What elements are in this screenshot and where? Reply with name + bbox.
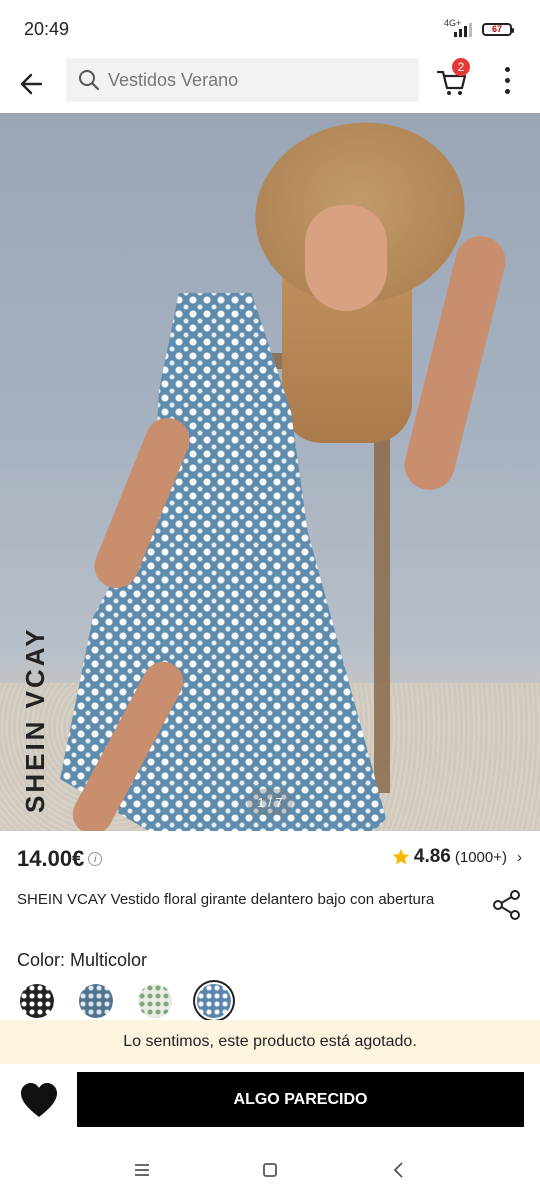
home-icon: [263, 1163, 277, 1177]
swatch-green-floral[interactable]: [138, 984, 172, 1018]
top-bar: Vestidos Verano 2: [0, 56, 540, 112]
nav-menu-button[interactable]: [130, 1158, 154, 1182]
brand-watermark-text: SHEIN VCAY: [20, 626, 50, 813]
rating-count: (1000+): [454, 848, 507, 866]
rating[interactable]: 4.86 (1000+) ›: [392, 846, 522, 868]
rating-value: 4.86: [413, 846, 451, 867]
nav-home-button[interactable]: [258, 1158, 282, 1182]
more-icon: [504, 66, 510, 72]
back-icon: [393, 1162, 403, 1178]
search-icon: [79, 70, 100, 91]
color-swatches: [20, 984, 231, 1018]
chevron-right-icon: ›: [517, 848, 522, 866]
star-icon: [392, 848, 409, 865]
menu-icon: [135, 1164, 149, 1176]
swatch-black-floral[interactable]: [20, 984, 54, 1018]
price-value: 14.00€: [17, 846, 85, 871]
search-query: Vestidos Verano: [108, 69, 239, 90]
battery-icon: 67: [482, 22, 514, 36]
heart-icon: [21, 1083, 57, 1117]
system-nav-bar: [0, 1140, 540, 1200]
bottom-action-bar: ALGO PARECIDO: [0, 1064, 540, 1140]
back-button[interactable]: [12, 64, 52, 104]
product-image[interactable]: SHEIN VCAY 1 / 7: [0, 113, 540, 831]
share-icon: [493, 890, 520, 920]
status-icons: 4G+ 67: [444, 18, 514, 38]
nav-back-button[interactable]: [386, 1158, 410, 1182]
info-icon[interactable]: i: [88, 852, 103, 866]
image-pager: 1 / 7: [247, 789, 293, 815]
share-button[interactable]: [490, 888, 524, 922]
signal-icon: 4G+: [444, 18, 474, 38]
cart-button[interactable]: 2: [432, 58, 472, 100]
battery-level: 67: [491, 24, 502, 34]
product-title: SHEIN VCAY Vestido floral girante delant…: [17, 891, 435, 908]
favorite-button[interactable]: [18, 1080, 60, 1122]
model-face: [305, 205, 387, 311]
search-input[interactable]: Vestidos Verano: [66, 58, 419, 102]
status-bar: 20:49 4G+ 67: [0, 0, 540, 58]
more-button[interactable]: [492, 60, 522, 100]
back-arrow-icon: [20, 73, 43, 95]
status-time: 20:49: [24, 18, 70, 39]
swatch-blue-floral[interactable]: [79, 984, 113, 1018]
cart-badge: 2: [452, 58, 470, 76]
soldout-notice: Lo sentimos, este producto está agotado.: [0, 1020, 540, 1064]
swatch-light-blue-floral[interactable]: [197, 984, 231, 1018]
price: 14.00€ i: [17, 846, 103, 872]
color-label: Color: Multicolor: [17, 950, 148, 970]
find-similar-button[interactable]: ALGO PARECIDO: [77, 1072, 524, 1127]
brand-watermark: SHEIN VCAY: [12, 626, 50, 813]
